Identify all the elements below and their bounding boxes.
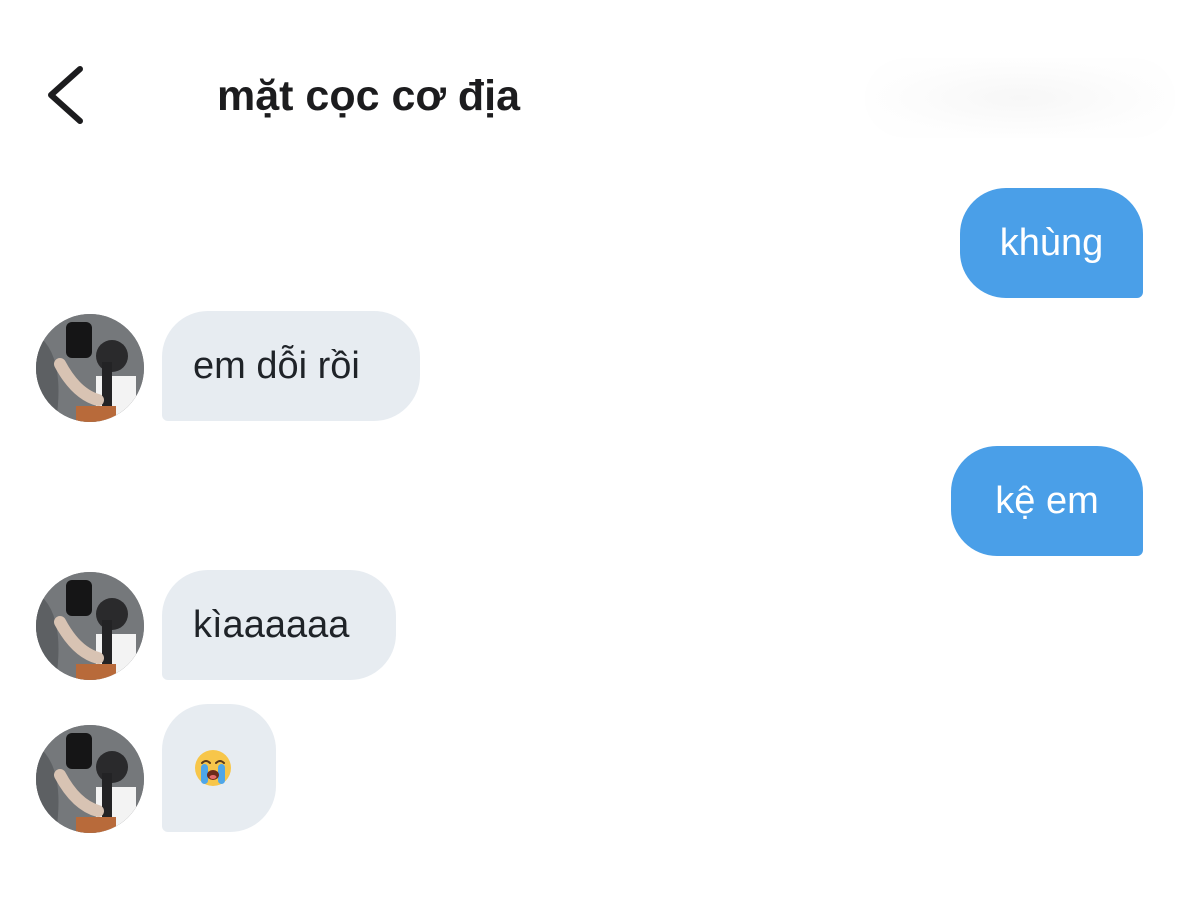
message-text: kìaaaaaa: [193, 603, 350, 646]
chat-title: mặt cọc cơ địa: [217, 72, 521, 120]
contact-avatar[interactable]: [36, 314, 144, 422]
message-text: khùng: [999, 221, 1104, 264]
back-button[interactable]: [38, 60, 98, 130]
blurred-region: [865, 58, 1175, 138]
message-bubble-incoming[interactable]: em dỗi rồi: [162, 311, 420, 421]
message-bubble-outgoing[interactable]: kệ em: [951, 446, 1143, 556]
chat-screen: mặt cọc cơ địa khùng em dỗi rồi kệ em kì…: [0, 0, 1179, 901]
contact-avatar[interactable]: [36, 725, 144, 833]
message-bubble-outgoing[interactable]: khùng: [960, 188, 1143, 298]
chevron-left-icon: [48, 66, 83, 124]
message-bubble-incoming[interactable]: [162, 704, 276, 832]
message-text: kệ em: [995, 479, 1099, 522]
loudly-crying-face-emoji: [195, 750, 231, 786]
contact-avatar[interactable]: [36, 572, 144, 680]
message-text: em dỗi rồi: [193, 344, 360, 387]
message-bubble-incoming[interactable]: kìaaaaaa: [162, 570, 396, 680]
